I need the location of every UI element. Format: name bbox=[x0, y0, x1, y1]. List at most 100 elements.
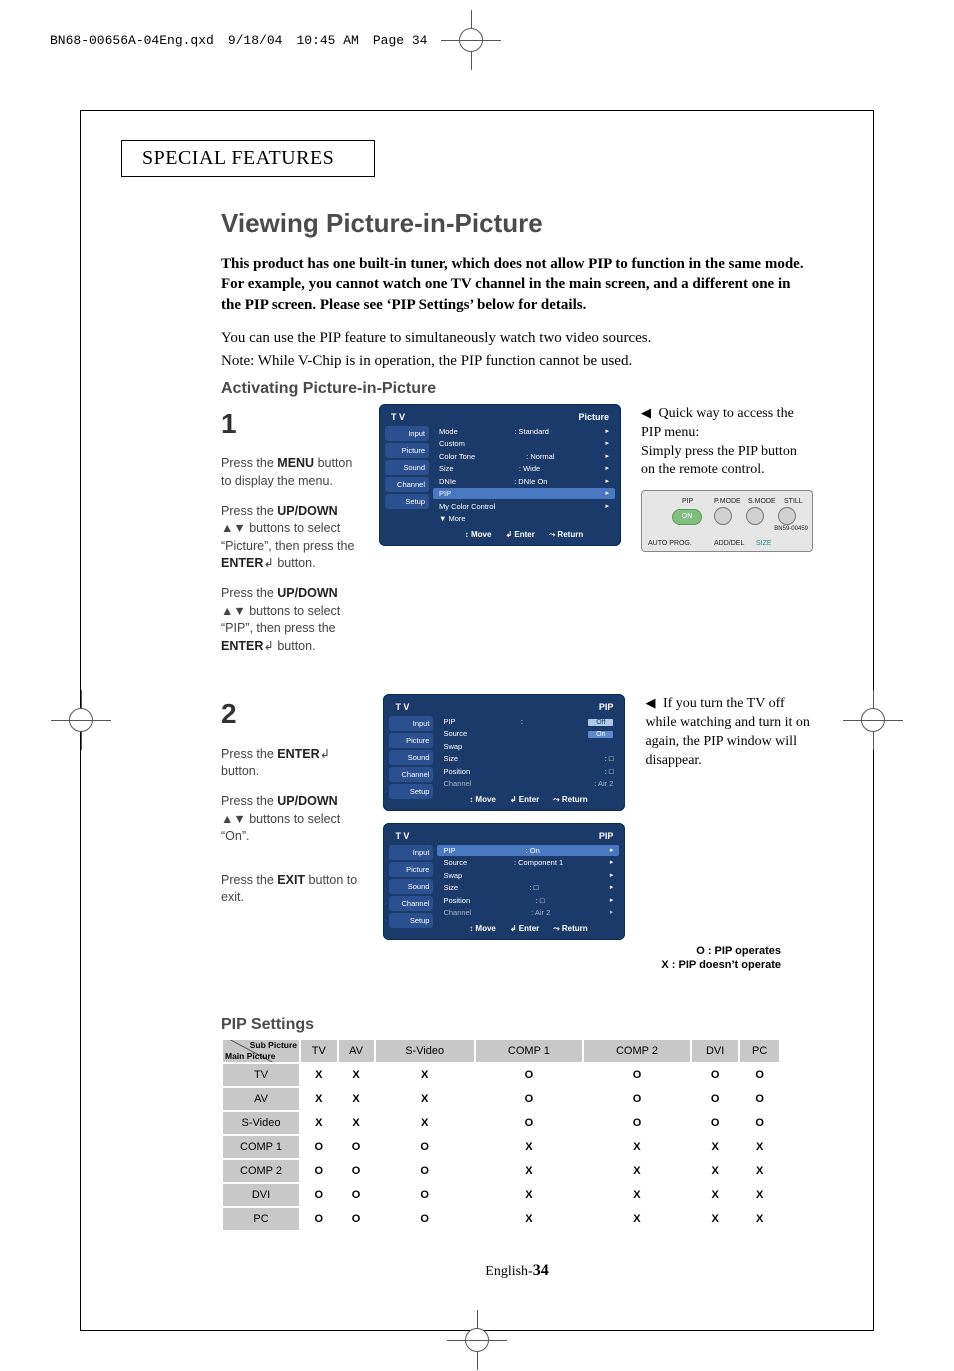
col-head: DVI bbox=[692, 1040, 738, 1062]
table-row: AVXXXOOOO bbox=[223, 1088, 779, 1110]
table-cell: O bbox=[740, 1112, 779, 1134]
table-cell: X bbox=[584, 1136, 690, 1158]
table-cell: X bbox=[584, 1160, 690, 1182]
table-cell: O bbox=[476, 1112, 582, 1134]
registration-mark-icon bbox=[843, 690, 903, 750]
osd-side-input: Input bbox=[385, 426, 429, 441]
table-cell: X bbox=[692, 1160, 738, 1182]
table-cell: X bbox=[584, 1184, 690, 1206]
remote-addel-label: ADD/DEL bbox=[714, 539, 744, 548]
table-cell: O bbox=[584, 1112, 690, 1134]
section-tab-label: SPECIAL FEATURES bbox=[142, 147, 334, 169]
table-row: COMP 1OOOXXXX bbox=[223, 1136, 779, 1158]
table-cell: O bbox=[301, 1160, 337, 1182]
table-cell: O bbox=[301, 1184, 337, 1206]
page-num-value: 34 bbox=[533, 1262, 549, 1279]
table-cell: O bbox=[339, 1208, 374, 1230]
note-2: Note: While V-Chip is in operation, the … bbox=[221, 353, 813, 370]
osd-title: Picture bbox=[578, 412, 609, 422]
col-head: TV bbox=[301, 1040, 337, 1062]
table-cell: O bbox=[339, 1160, 374, 1182]
remote-pip-label: PIP bbox=[682, 497, 693, 506]
step-1-text: 1 Press the MENU button to display the m… bbox=[221, 404, 359, 668]
osd-screenshot-picture: T V Picture Input Picture Sound Channel … bbox=[379, 404, 621, 546]
table-row: DVIOOOXXXX bbox=[223, 1184, 779, 1206]
left-pointer-icon: ◀ bbox=[645, 695, 655, 710]
table-cell: X bbox=[339, 1112, 374, 1134]
page-number: English-34 bbox=[221, 1262, 813, 1280]
corner-main-label: Main Picture bbox=[225, 1052, 276, 1061]
table-cell: O bbox=[339, 1184, 374, 1206]
table-cell: X bbox=[376, 1112, 474, 1134]
row-head: COMP 2 bbox=[223, 1160, 299, 1182]
pip-settings-legend: O : PIP operates X : PIP doesn’t operate bbox=[661, 944, 781, 973]
osd-side-channel: Channel bbox=[385, 477, 429, 492]
remote-button-icon bbox=[714, 507, 732, 525]
tip-1-line2: Simply press the PIP button on the remot… bbox=[641, 444, 797, 478]
col-head: AV bbox=[339, 1040, 374, 1062]
table-row: PCOOOXXXX bbox=[223, 1208, 779, 1230]
table-cell: X bbox=[301, 1064, 337, 1086]
osd-side-setup: Setup bbox=[385, 494, 429, 509]
table-cell: X bbox=[740, 1160, 779, 1182]
col-head: PC bbox=[740, 1040, 779, 1062]
corner-sub-label: Sub Picture bbox=[250, 1041, 297, 1050]
col-head: COMP 1 bbox=[476, 1040, 582, 1062]
tip-2: ◀ If you turn the TV off while watching … bbox=[645, 694, 813, 771]
note-1: You can use the PIP feature to simultane… bbox=[221, 330, 813, 347]
table-cell: X bbox=[692, 1184, 738, 1206]
osd-side-picture: Picture bbox=[385, 443, 429, 458]
page-lang: English- bbox=[485, 1264, 532, 1279]
print-date: 9/18/04 bbox=[228, 33, 283, 48]
col-head: S-Video bbox=[376, 1040, 474, 1062]
step-2-number: 2 bbox=[221, 694, 363, 733]
legend-x: X : PIP doesn’t operate bbox=[661, 959, 781, 971]
table-cell: X bbox=[476, 1208, 582, 1230]
osd-foot-return: ⤳ Return bbox=[549, 530, 583, 540]
section-tab: SPECIAL FEATURES bbox=[121, 140, 375, 177]
table-cell: X bbox=[301, 1088, 337, 1110]
step-1-number: 1 bbox=[221, 404, 359, 443]
remote-on-button: ON bbox=[672, 509, 702, 525]
table-cell: O bbox=[376, 1160, 474, 1182]
table-cell: X bbox=[376, 1088, 474, 1110]
table-corner: Sub Picture Main Picture bbox=[223, 1040, 299, 1062]
osd-foot-enter: ↲ Enter bbox=[505, 530, 534, 540]
page-frame: SPECIAL FEATURES Viewing Picture-in-Pict… bbox=[80, 110, 874, 1331]
table-cell: X bbox=[476, 1136, 582, 1158]
table-cell: X bbox=[692, 1208, 738, 1230]
pip-settings-heading: PIP Settings bbox=[221, 1016, 781, 1034]
table-cell: O bbox=[584, 1088, 690, 1110]
osd-tv-label: T V bbox=[391, 412, 405, 422]
table-cell: O bbox=[301, 1208, 337, 1230]
row-head: AV bbox=[223, 1088, 299, 1110]
remote-model: BN59-00459 bbox=[774, 525, 808, 533]
tip-2-text: If you turn the TV off while watching an… bbox=[645, 696, 809, 768]
pip-settings-table: Sub Picture Main Picture TV AV S-Video C… bbox=[221, 1038, 781, 1232]
osd-screenshot-pip-off-on: T V PIP Input Picture Sound Channel Setu… bbox=[383, 694, 625, 811]
step-1: 1 Press the MENU button to display the m… bbox=[221, 404, 813, 668]
page-title: Viewing Picture-in-Picture bbox=[221, 208, 813, 239]
table-cell: O bbox=[476, 1088, 582, 1110]
tip-1-line1: Quick way to access the PIP menu: bbox=[641, 406, 794, 440]
registration-mark-icon bbox=[51, 690, 111, 750]
print-file: BN68-00656A-04Eng.qxd bbox=[50, 33, 214, 48]
col-head: COMP 2 bbox=[584, 1040, 690, 1062]
table-row: TVXXXOOOO bbox=[223, 1064, 779, 1086]
table-cell: O bbox=[692, 1112, 738, 1134]
table-cell: X bbox=[476, 1184, 582, 1206]
registration-mark-icon bbox=[447, 1310, 507, 1370]
osd-side-sound: Sound bbox=[385, 460, 429, 475]
osd-foot-move: ↕ Move bbox=[465, 530, 492, 540]
table-cell: O bbox=[692, 1088, 738, 1110]
table-cell: O bbox=[376, 1208, 474, 1230]
table-cell: O bbox=[476, 1064, 582, 1086]
row-head: PC bbox=[223, 1208, 299, 1230]
lead-text: This product has one built-in tuner, whi… bbox=[221, 254, 813, 315]
table-cell: X bbox=[476, 1160, 582, 1182]
row-head: TV bbox=[223, 1064, 299, 1086]
table-cell: X bbox=[339, 1088, 374, 1110]
table-cell: O bbox=[376, 1184, 474, 1206]
step-2: 2 Press the ENTER↲ button. Press the UP/… bbox=[221, 694, 813, 940]
table-cell: X bbox=[740, 1184, 779, 1206]
